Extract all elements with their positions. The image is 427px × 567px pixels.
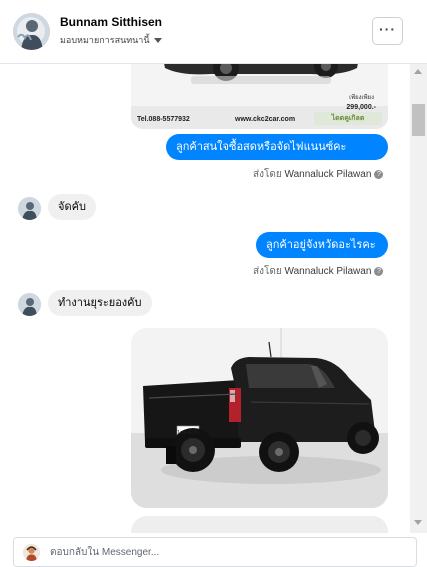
- assign-conversation-label: มอบหมายการสนทนานี้: [60, 35, 150, 45]
- sent-by-prefix: ส่งโดย: [253, 266, 282, 277]
- contact-name: Bunnam Sitthisen: [60, 15, 163, 29]
- sender-name: Wannaluck Pilawan: [284, 169, 372, 180]
- help-icon[interactable]: ?: [374, 267, 384, 276]
- reply-input[interactable]: [50, 544, 390, 561]
- ad-logo: ไดตคูเกิลต: [314, 112, 382, 125]
- ad-website-text: www.ckc2car.com: [235, 116, 296, 123]
- contact-avatar-small[interactable]: [18, 293, 41, 316]
- scroll-up-arrow-icon[interactable]: [414, 69, 422, 74]
- conversation-header: Bunnam Sitthisen มอบหมายการสนทนานี้ ···: [0, 0, 427, 64]
- assign-conversation-dropdown[interactable]: มอบหมายการสนทนานี้: [60, 33, 162, 47]
- incoming-message[interactable]: จัดคับ: [48, 194, 96, 220]
- outgoing-message[interactable]: ลูกค้าสนใจซื้อสดหรือจัดไฟแนนซ์คะ: [166, 134, 388, 160]
- scroll-thumb[interactable]: [412, 104, 425, 136]
- ad-image-attachment[interactable]: Tel.088-5577932 www.ckc2car.com เพียงเพี…: [131, 64, 388, 129]
- sent-by-label: ส่งโดย Wannaluck Pilawan?: [253, 167, 384, 182]
- incoming-message[interactable]: ทำงานยุระยองคับ: [48, 290, 152, 316]
- contact-avatar[interactable]: [13, 13, 50, 50]
- sent-by-label: ส่งโดย Wannaluck Pilawan?: [253, 264, 384, 279]
- outgoing-message[interactable]: ลูกค้าอยู่จังหวัดอะไรคะ: [256, 232, 388, 258]
- caret-down-icon: [153, 38, 162, 44]
- sent-by-prefix: ส่งโดย: [253, 169, 282, 180]
- message-thread[interactable]: Tel.088-5577932 www.ckc2car.com เพียงเพี…: [0, 64, 410, 533]
- thread-scrollbar[interactable]: [410, 64, 427, 533]
- page-avatar: [23, 544, 40, 561]
- ad-price-label: เพียงเพียง: [349, 95, 374, 101]
- contact-avatar-small[interactable]: [18, 197, 41, 220]
- reply-composer[interactable]: [13, 537, 417, 567]
- sender-name: Wannaluck Pilawan: [284, 266, 372, 277]
- more-options-button[interactable]: ···: [372, 17, 403, 45]
- more-icon: ···: [379, 21, 396, 37]
- help-icon[interactable]: ?: [374, 170, 384, 179]
- ad-phone-text: Tel.088-5577932: [137, 116, 190, 123]
- scroll-down-arrow-icon[interactable]: [414, 520, 422, 525]
- license-plate: 1กพ 4270: [177, 430, 199, 436]
- ad-price: 299,000.-: [346, 104, 376, 111]
- truck-image-attachment[interactable]: 1กพ 4270: [131, 328, 388, 508]
- next-image-attachment[interactable]: [131, 516, 388, 533]
